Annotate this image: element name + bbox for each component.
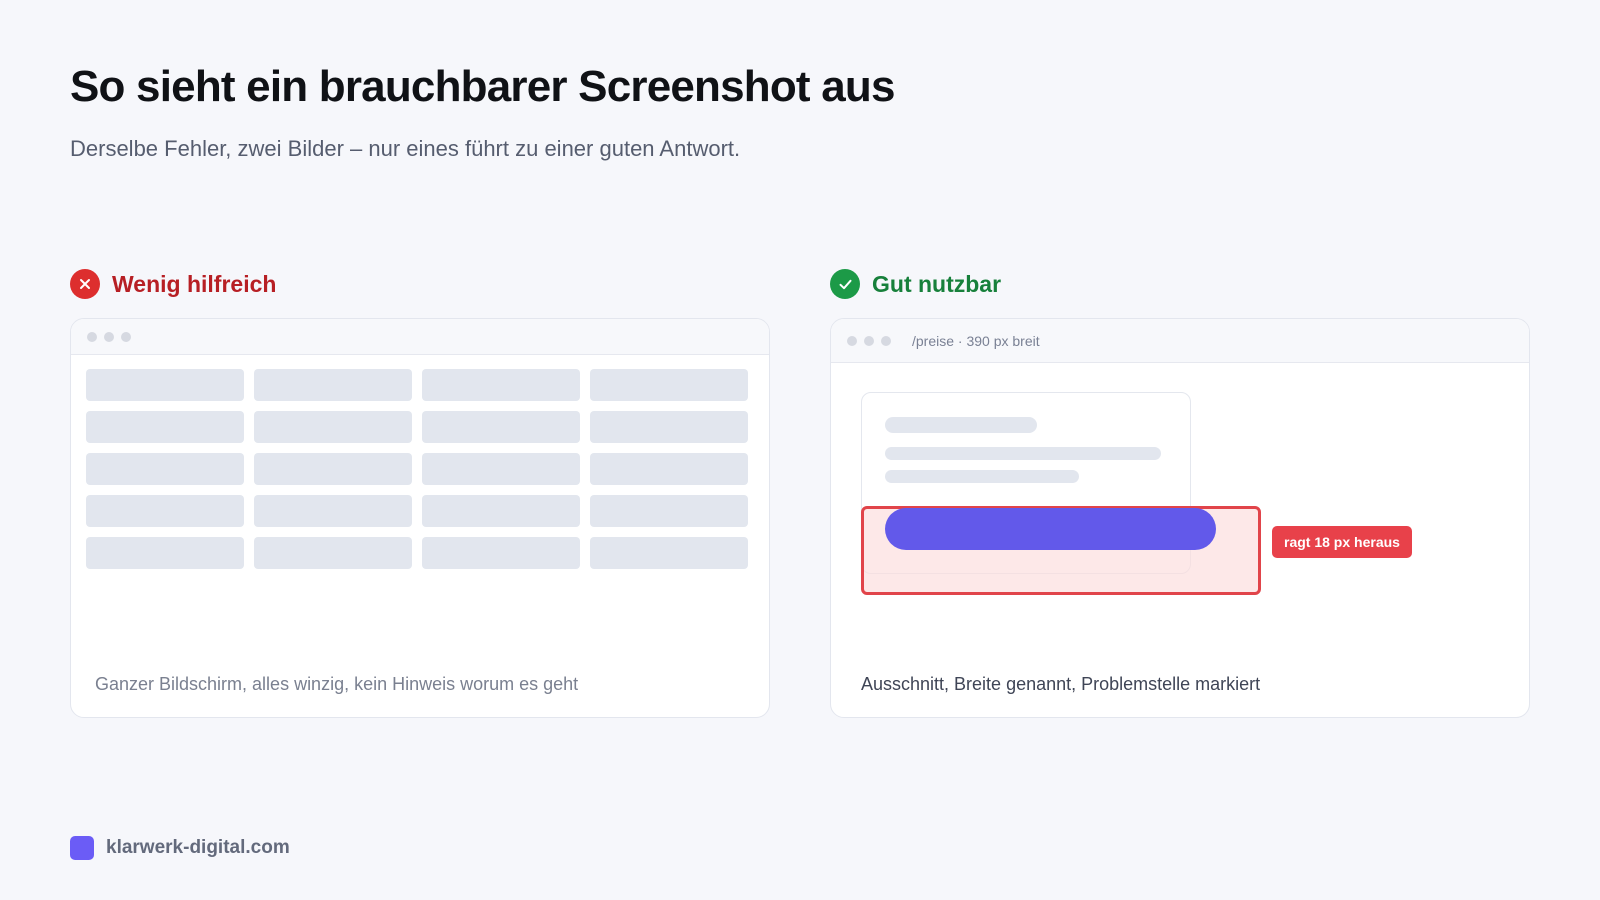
good-example-caption: Ausschnitt, Breite genannt, Problemstell… bbox=[861, 674, 1261, 694]
placeholder-block bbox=[254, 495, 412, 527]
good-screenshot-card: /preise · 390 px breit ragt 18 px heraus… bbox=[830, 318, 1530, 718]
brand-logo-icon bbox=[70, 836, 94, 860]
placeholder-block bbox=[86, 453, 244, 485]
placeholder-block bbox=[590, 369, 748, 401]
placeholder-block bbox=[86, 537, 244, 569]
window-dot-icon bbox=[104, 331, 114, 342]
page-title: So sieht ein brauchbarer Screenshot aus bbox=[70, 62, 895, 111]
placeholder-block bbox=[422, 369, 580, 401]
bad-example-label: Wenig hilfreich bbox=[112, 270, 277, 297]
window-dot-icon bbox=[881, 335, 891, 346]
placeholder-line bbox=[885, 470, 1079, 483]
placeholder-block bbox=[254, 453, 412, 485]
placeholder-block bbox=[86, 495, 244, 527]
footer-brand: klarwerk-digital.com bbox=[70, 836, 290, 860]
placeholder-block bbox=[590, 495, 748, 527]
window-dot-icon bbox=[847, 335, 857, 346]
tiny-content-grid bbox=[86, 369, 748, 569]
placeholder-heading bbox=[885, 417, 1037, 433]
placeholder-block bbox=[590, 453, 748, 485]
placeholder-block bbox=[254, 537, 412, 569]
window-dot-icon bbox=[864, 335, 874, 346]
good-example-heading: Gut nutzbar bbox=[830, 268, 1530, 300]
good-example-label: Gut nutzbar bbox=[872, 270, 1002, 297]
placeholder-block bbox=[254, 411, 412, 443]
placeholder-block bbox=[590, 411, 748, 443]
window-dot-icon bbox=[87, 331, 97, 342]
placeholder-block bbox=[86, 369, 244, 401]
placeholder-block bbox=[422, 411, 580, 443]
placeholder-line bbox=[885, 447, 1161, 460]
placeholder-block bbox=[422, 495, 580, 527]
bad-example-heading: Wenig hilfreich bbox=[70, 268, 770, 300]
placeholder-block bbox=[422, 537, 580, 569]
footer-site-name: klarwerk-digital.com bbox=[106, 837, 290, 858]
page-subtitle: Derselbe Fehler, zwei Bilder – nur eines… bbox=[70, 136, 741, 161]
placeholder-block bbox=[422, 453, 580, 485]
placeholder-block bbox=[590, 537, 748, 569]
x-icon bbox=[70, 269, 100, 299]
browser-bar: /preise · 390 px breit bbox=[831, 319, 1529, 363]
bad-example-column: Wenig hilfreich Ganzer Bildschirm, alles… bbox=[70, 268, 770, 718]
bad-screenshot-card: Ganzer Bildschirm, alles winzig, kein Hi… bbox=[70, 318, 770, 718]
overflow-annotation-badge: ragt 18 px heraus bbox=[1272, 526, 1412, 558]
bad-example-caption: Ganzer Bildschirm, alles winzig, kein Hi… bbox=[95, 674, 579, 694]
window-dot-icon bbox=[121, 331, 131, 342]
good-example-column: Gut nutzbar /preise · 390 px breit ragt … bbox=[830, 268, 1530, 718]
check-icon bbox=[830, 269, 860, 299]
placeholder-block bbox=[86, 411, 244, 443]
slide: So sieht ein brauchbarer Screenshot aus … bbox=[0, 0, 1600, 900]
page-url-label: /preise · 390 px breit bbox=[912, 332, 1040, 349]
placeholder-block bbox=[254, 369, 412, 401]
browser-bar bbox=[71, 319, 769, 355]
overflowing-button bbox=[885, 508, 1216, 550]
